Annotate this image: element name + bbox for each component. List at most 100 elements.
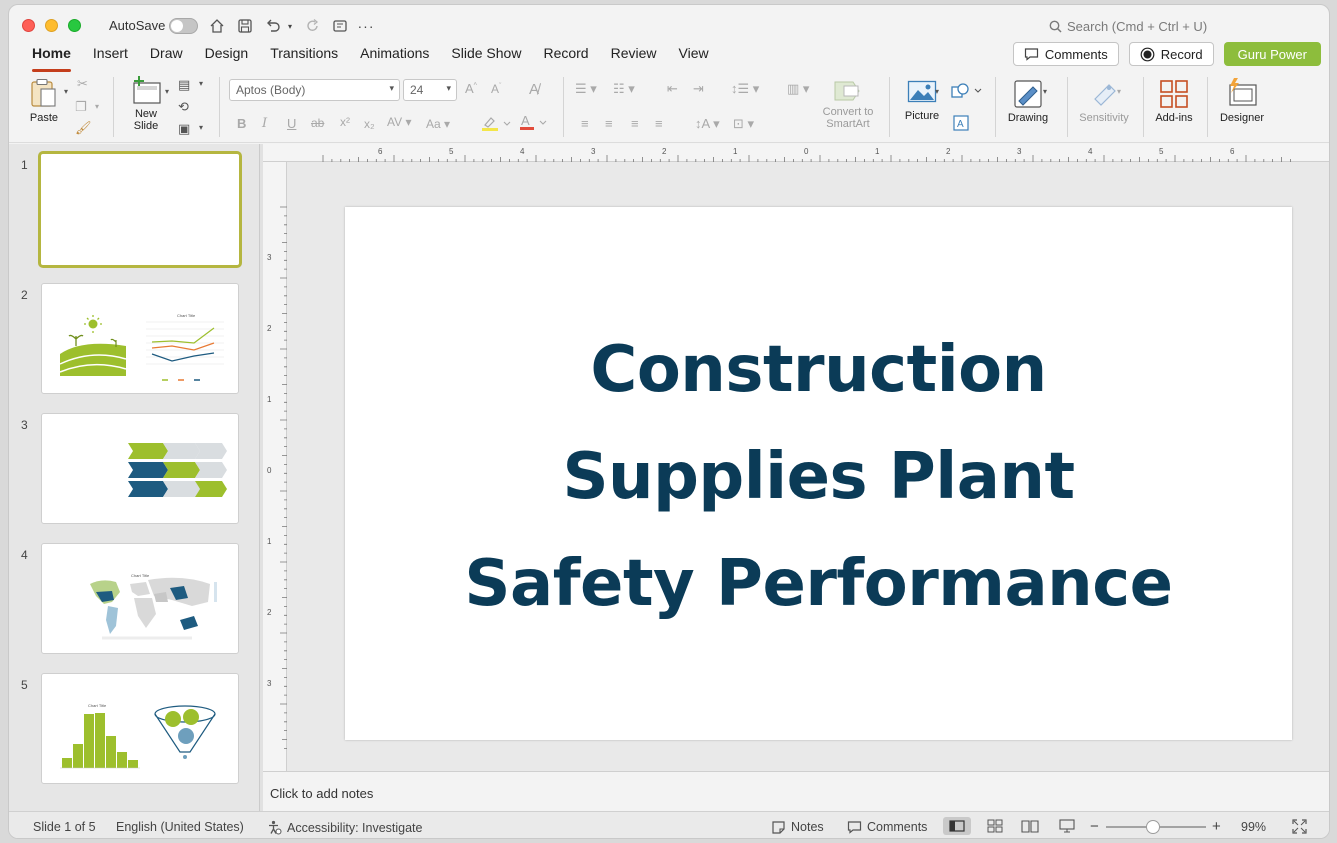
new-slide-button[interactable]: New Slide bbox=[126, 75, 166, 132]
minimize-window-button[interactable] bbox=[45, 19, 58, 32]
tab-design[interactable]: Design bbox=[194, 43, 260, 69]
redo-icon[interactable] bbox=[303, 16, 323, 36]
sensitivity-dropdown-icon[interactable]: ▾ bbox=[1117, 87, 1121, 96]
underline-icon[interactable]: U bbox=[287, 116, 296, 131]
font-name-select[interactable]: Aptos (Body) ▾ bbox=[229, 79, 400, 101]
record-button-label: Record bbox=[1160, 46, 1203, 62]
zoom-in-icon[interactable]: + bbox=[1212, 818, 1221, 835]
align-text-icon[interactable]: ⊡ ▾ bbox=[733, 116, 754, 132]
align-center-icon[interactable]: ≡ bbox=[605, 116, 613, 131]
slide-thumbnail-2[interactable]: Chart Title bbox=[41, 283, 239, 394]
more-options-icon[interactable]: ··· bbox=[357, 16, 375, 36]
numbering-icon[interactable]: ☷ ▾ bbox=[613, 81, 635, 97]
guru-power-button[interactable]: Guru Power bbox=[1223, 42, 1321, 66]
tab-insert[interactable]: Insert bbox=[82, 43, 139, 69]
present-icon[interactable] bbox=[330, 16, 350, 36]
convert-to-smartart-button[interactable]: Convert to SmartArt bbox=[815, 79, 881, 130]
notes-toggle-button[interactable]: Notes bbox=[771, 820, 824, 834]
search-box[interactable]: Search (Cmd + Ctrl + U) bbox=[1049, 19, 1207, 34]
bold-icon[interactable]: B bbox=[237, 116, 246, 131]
clear-formatting-icon[interactable]: A̸ bbox=[529, 81, 539, 98]
ruler-label: 1 bbox=[733, 147, 738, 156]
reset-slide-icon[interactable]: ⟲ bbox=[178, 99, 189, 115]
italic-icon[interactable]: I bbox=[262, 116, 267, 131]
normal-view-button[interactable] bbox=[943, 817, 971, 835]
paste-button[interactable]: Paste bbox=[25, 77, 63, 124]
decrease-font-size-icon[interactable]: Aˇ bbox=[491, 82, 501, 96]
text-direction-icon[interactable]: ↕A ▾ bbox=[695, 116, 720, 132]
slide-canvas[interactable]: Construction Supplies Plant Safety Perfo… bbox=[345, 207, 1292, 740]
designer-button[interactable]: Designer bbox=[1215, 77, 1269, 124]
tab-transitions[interactable]: Transitions bbox=[259, 43, 349, 69]
subscript-icon[interactable]: x₂ bbox=[364, 117, 375, 131]
increase-font-size-icon[interactable]: A^ bbox=[465, 81, 477, 96]
section-icon[interactable]: ▣ bbox=[178, 121, 190, 137]
slide-title[interactable]: Construction Supplies Plant Safety Perfo… bbox=[405, 317, 1232, 638]
add-ins-button[interactable]: Add-ins bbox=[1149, 79, 1199, 124]
format-painter-icon[interactable]: 🖌︎ bbox=[75, 120, 92, 136]
slide-sorter-button[interactable] bbox=[981, 817, 1009, 835]
layout-dropdown-icon[interactable]: ▾ bbox=[199, 79, 203, 88]
columns-icon[interactable]: ▥ ▾ bbox=[787, 81, 809, 97]
align-left-icon[interactable]: ≡ bbox=[581, 116, 589, 131]
slide-thumbnail-3[interactable] bbox=[41, 413, 239, 524]
accessibility-status[interactable]: Accessibility: Investigate bbox=[267, 820, 422, 835]
font-color-icon[interactable]: A bbox=[519, 113, 549, 134]
zoom-out-icon[interactable]: − bbox=[1090, 818, 1099, 835]
tab-slide-show[interactable]: Slide Show bbox=[440, 43, 532, 69]
tab-home[interactable]: Home bbox=[21, 43, 82, 72]
change-case-icon[interactable]: Aa ▾ bbox=[426, 117, 450, 131]
section-dropdown-icon[interactable]: ▾ bbox=[199, 123, 203, 132]
bullets-icon[interactable]: ☰ ▾ bbox=[575, 81, 597, 97]
save-icon[interactable] bbox=[235, 16, 255, 36]
copy-icon[interactable]: ❐ bbox=[75, 99, 87, 115]
language-status[interactable]: English (United States) bbox=[116, 820, 244, 834]
autosave-toggle[interactable] bbox=[169, 18, 198, 34]
undo-dropdown-icon[interactable]: ▾ bbox=[285, 16, 295, 36]
close-window-button[interactable] bbox=[22, 19, 35, 32]
tab-animations[interactable]: Animations bbox=[349, 43, 440, 69]
fit-to-window-icon[interactable] bbox=[1292, 819, 1307, 834]
character-spacing-icon[interactable]: AV ▾ bbox=[387, 115, 411, 129]
tab-review[interactable]: Review bbox=[600, 43, 668, 69]
decrease-indent-icon[interactable]: ⇤ bbox=[667, 81, 678, 97]
shapes-icon[interactable] bbox=[951, 83, 983, 102]
drawing-button[interactable]: Drawing bbox=[1003, 79, 1053, 124]
comments-toggle-button[interactable]: Comments bbox=[847, 820, 927, 834]
paste-dropdown-icon[interactable]: ▾ bbox=[64, 87, 68, 96]
slide-thumbnail-1[interactable] bbox=[38, 151, 242, 268]
layout-icon[interactable]: ▤ bbox=[178, 77, 190, 93]
reading-view-button[interactable] bbox=[1016, 817, 1044, 835]
font-size-select[interactable]: 24 ▾ bbox=[403, 79, 457, 101]
undo-icon[interactable] bbox=[263, 16, 283, 36]
tab-view[interactable]: View bbox=[668, 43, 720, 69]
record-button[interactable]: Record bbox=[1128, 42, 1214, 66]
sensitivity-button[interactable]: Sensitivity bbox=[1073, 79, 1135, 124]
normal-view-icon bbox=[949, 820, 965, 832]
presenter-view-button[interactable] bbox=[1053, 817, 1081, 835]
slide-thumbnail-4[interactable]: Chart Title bbox=[41, 543, 239, 654]
increase-indent-icon[interactable]: ⇥ bbox=[693, 81, 704, 97]
home-icon[interactable] bbox=[207, 16, 227, 36]
align-right-icon[interactable]: ≡ bbox=[631, 116, 639, 131]
line-spacing-icon[interactable]: ↕☰ ▾ bbox=[731, 81, 759, 97]
drawing-dropdown-icon[interactable]: ▾ bbox=[1043, 87, 1047, 96]
tab-draw[interactable]: Draw bbox=[139, 43, 194, 69]
cut-icon[interactable]: ✂ bbox=[77, 76, 88, 92]
zoom-level[interactable]: 99% bbox=[1241, 820, 1266, 834]
picture-button[interactable]: Picture bbox=[897, 79, 947, 122]
justify-icon[interactable]: ≡ bbox=[655, 116, 663, 131]
tab-record[interactable]: Record bbox=[532, 43, 599, 69]
highlight-icon[interactable] bbox=[481, 115, 511, 134]
slide-thumbnail-5[interactable]: Chart Title bbox=[41, 673, 239, 784]
superscript-icon[interactable]: x² bbox=[340, 115, 350, 129]
strikethrough-icon[interactable]: ab bbox=[311, 116, 324, 130]
copy-dropdown-icon[interactable]: ▾ bbox=[95, 102, 99, 111]
zoom-slider-handle[interactable] bbox=[1146, 820, 1160, 834]
text-box-icon[interactable]: A bbox=[953, 115, 969, 134]
picture-dropdown-icon[interactable]: ▾ bbox=[935, 87, 939, 96]
comments-button[interactable]: Comments bbox=[1012, 42, 1119, 66]
maximize-window-button[interactable] bbox=[68, 19, 81, 32]
new-slide-dropdown-icon[interactable]: ▾ bbox=[165, 87, 169, 96]
notes-pane[interactable]: Click to add notes bbox=[263, 771, 1329, 811]
